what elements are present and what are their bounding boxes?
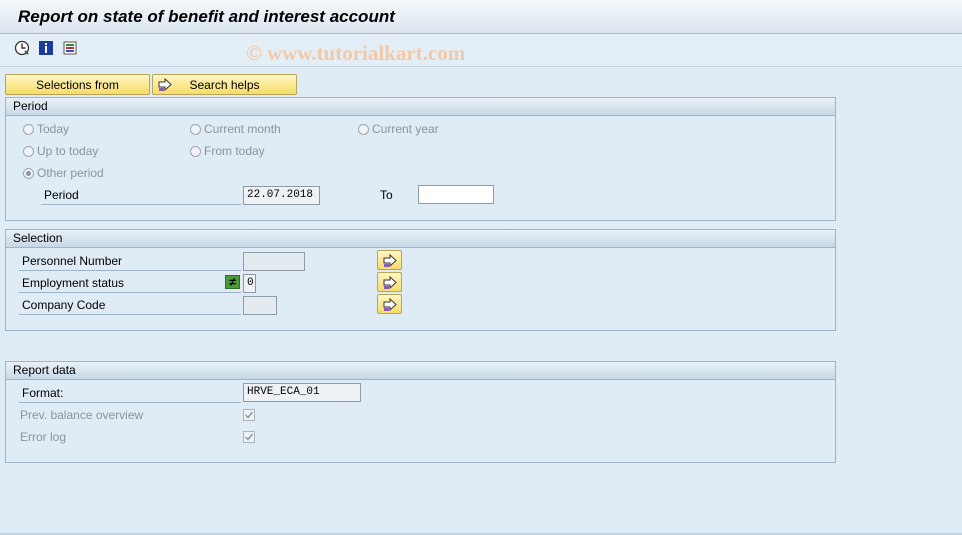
format-underline <box>19 402 241 403</box>
period-to-label: To <box>380 188 393 202</box>
radio-today-label: Today <box>37 122 70 136</box>
personnel-number-underline <box>19 270 241 271</box>
variant-list-icon[interactable] <box>62 40 78 56</box>
selections-from-button[interactable]: Selections from <box>5 74 150 95</box>
employment-status-field[interactable]: 0 <box>243 274 256 293</box>
radio-other-period-label: Other period <box>37 166 104 180</box>
watermark: © www.tutorialkart.com <box>246 41 466 65</box>
prev-balance-overview-label: Prev. balance overview <box>20 408 144 422</box>
personnel-number-field[interactable] <box>243 252 305 271</box>
search-helps-button[interactable]: Search helps <box>152 74 297 95</box>
page-title: Report on state of benefit and interest … <box>18 7 395 26</box>
personnel-number-label: Personnel Number <box>22 254 123 268</box>
report-data-group-header: Report data <box>6 362 835 380</box>
arrow-right-icon <box>383 275 397 290</box>
selection-group: Selection Personnel Number Employment st… <box>5 229 836 331</box>
company-code-field[interactable] <box>243 296 277 315</box>
company-code-label: Company Code <box>22 298 106 312</box>
error-log-label: Error log <box>20 430 67 444</box>
period-to-field[interactable] <box>418 185 494 204</box>
error-log-checkbox[interactable] <box>243 431 255 443</box>
format-field[interactable]: HRVE_ECA_01 <box>243 383 361 402</box>
radio-current-month-label: Current month <box>204 122 281 136</box>
period-group-header: Period <box>6 98 835 116</box>
period-group: Period Today Current month Current year … <box>5 97 836 221</box>
application-toolbar: © www.tutorialkart.com <box>0 34 962 67</box>
employment-status-label: Employment status <box>22 276 125 290</box>
radio-current-year[interactable] <box>358 124 369 135</box>
checkmark-icon <box>245 433 254 441</box>
selection-group-header: Selection <box>6 230 835 248</box>
radio-today[interactable] <box>23 124 34 135</box>
radio-other-period[interactable] <box>23 168 34 179</box>
prev-balance-overview-checkbox[interactable] <box>243 409 255 421</box>
radio-from-today-label: From today <box>204 144 265 158</box>
arrow-right-icon <box>383 253 397 268</box>
info-icon[interactable] <box>38 40 54 56</box>
search-helps-label: Search helps <box>189 77 260 92</box>
company-code-underline <box>19 314 241 315</box>
title-bar: Report on state of benefit and interest … <box>0 0 962 34</box>
employment-status-underline <box>19 292 241 293</box>
not-equal-operator-icon[interactable]: ≠ <box>225 275 240 289</box>
checkmark-icon <box>245 411 254 419</box>
radio-current-year-label: Current year <box>372 122 439 136</box>
arrow-right-icon <box>158 77 172 92</box>
period-label: Period <box>44 188 79 202</box>
radio-current-month[interactable] <box>190 124 201 135</box>
execute-clock-icon[interactable] <box>14 40 30 56</box>
arrow-right-icon <box>383 297 397 312</box>
selections-from-label: Selections from <box>36 77 119 92</box>
format-label: Format: <box>22 386 64 400</box>
period-label-underline <box>41 204 241 205</box>
radio-up-to-today[interactable] <box>23 146 34 157</box>
personnel-number-multiple-selection-button[interactable] <box>377 250 402 270</box>
employment-status-multiple-selection-button[interactable] <box>377 272 402 292</box>
report-data-group: Report data Format: HRVE_ECA_01 Prev. ba… <box>5 361 836 463</box>
company-code-multiple-selection-button[interactable] <box>377 294 402 314</box>
radio-up-to-today-label: Up to today <box>37 144 99 158</box>
radio-from-today[interactable] <box>190 146 201 157</box>
period-from-field[interactable]: 22.07.2018 <box>243 186 320 205</box>
